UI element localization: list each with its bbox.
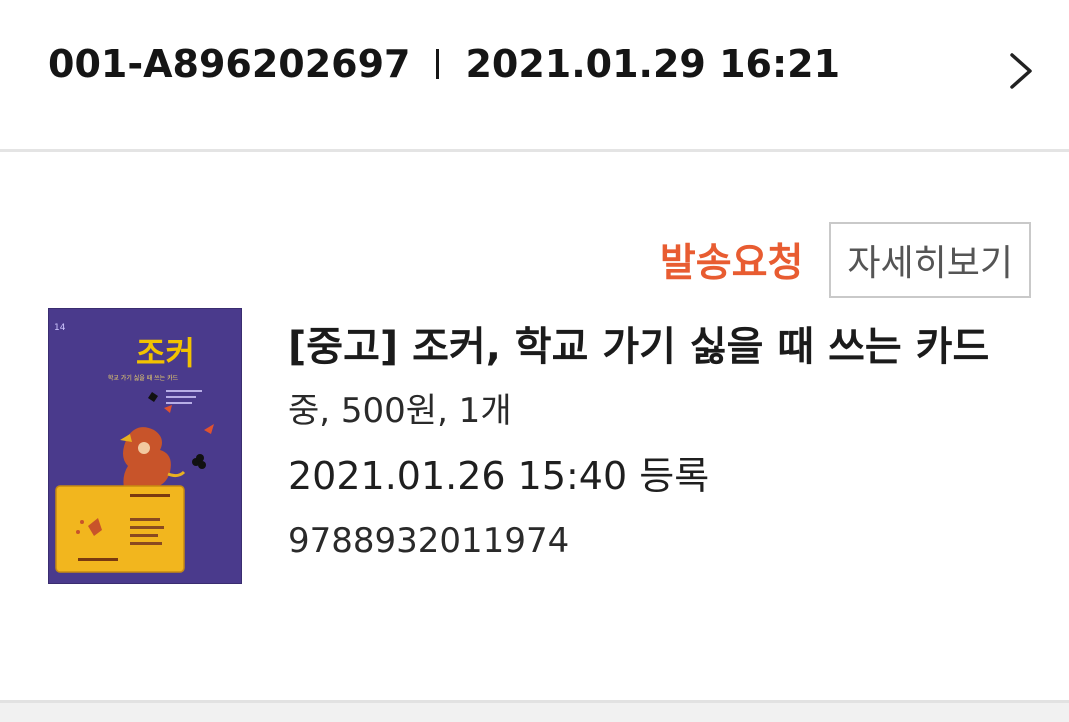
item-title[interactable]: [중고] 조커, 학교 가기 싫을 때 쓰는 카드 <box>288 318 1048 376</box>
section-divider <box>0 700 1069 722</box>
item-isbn: 9788932011974 <box>288 521 570 561</box>
order-summary: 001-A896202697 2021.01.29 16:21 <box>48 42 840 86</box>
order-actions: 발송요청 자세히보기 <box>660 222 1031 298</box>
book-cover-image[interactable]: 14 조커 학교 가기 싫을 때 쓰는 카드 <box>48 308 242 584</box>
item-info: [중고] 조커, 학교 가기 싫을 때 쓰는 카드 중, 500원, 1개 20… <box>288 318 1048 564</box>
cover-title: 조커 <box>136 334 195 372</box>
separator <box>436 49 440 79</box>
detail-button[interactable]: 자세히보기 <box>829 222 1031 298</box>
svg-text:14: 14 <box>54 323 66 333</box>
chevron-right-icon[interactable] <box>1004 52 1038 90</box>
item-registered-date: 2021.01.26 15:40 등록 <box>288 454 710 498</box>
cover-subtitle: 학교 가기 싫을 때 쓰는 카드 <box>108 374 179 382</box>
order-datetime: 2021.01.29 16:21 <box>465 42 841 86</box>
item-condition-price-qty: 중, 500원, 1개 <box>288 391 512 431</box>
ship-request-link[interactable]: 발송요청 <box>660 232 804 288</box>
order-header[interactable]: 001-A896202697 2021.01.29 16:21 <box>0 0 1069 152</box>
order-id: 001-A896202697 <box>48 42 411 86</box>
